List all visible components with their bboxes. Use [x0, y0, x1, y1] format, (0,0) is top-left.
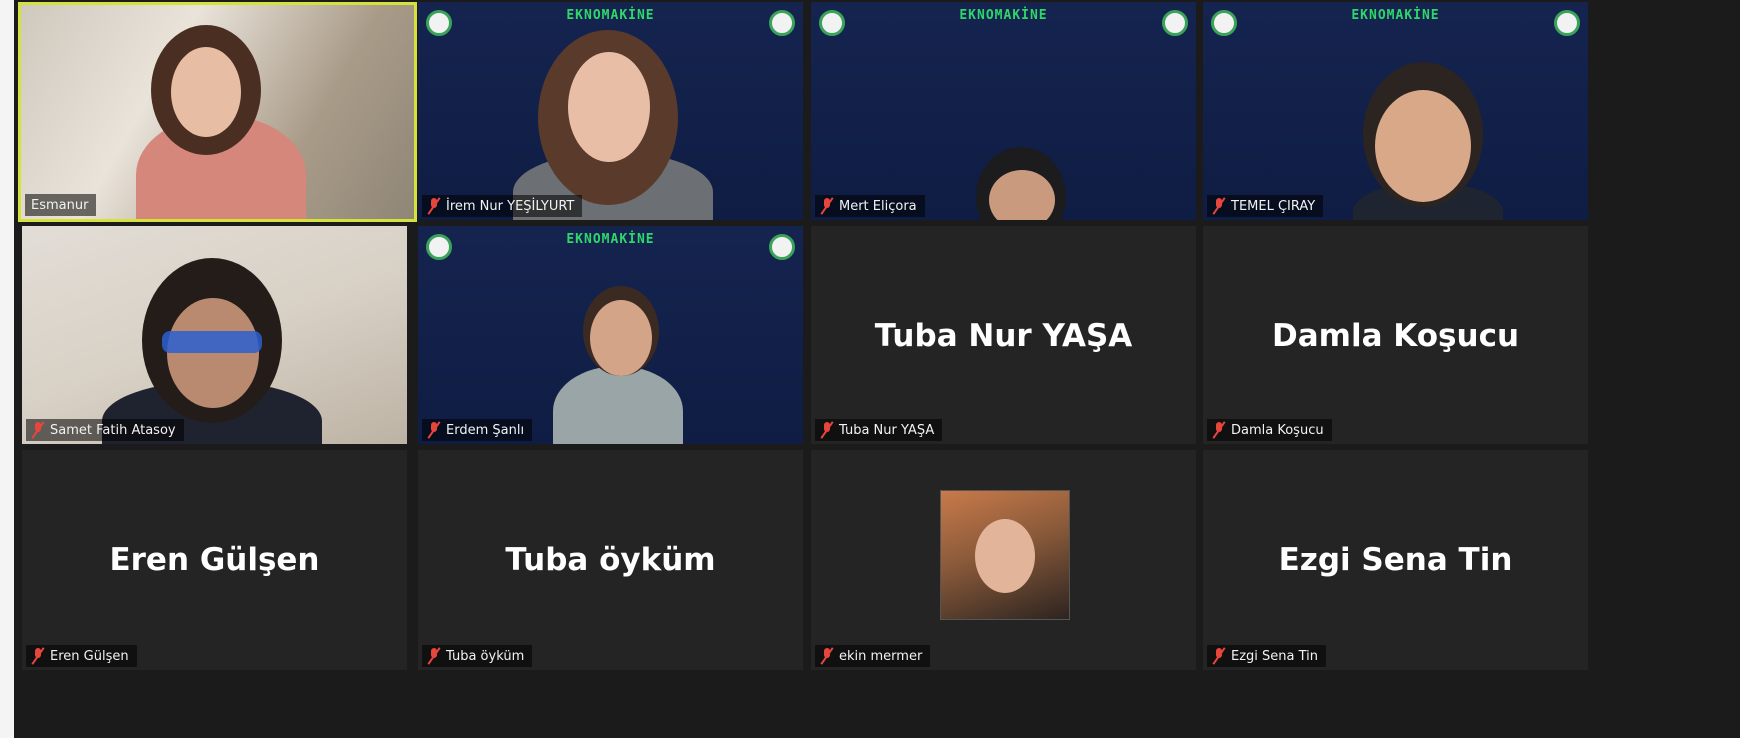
brand-text: EKNOMAKİNE — [1351, 8, 1440, 23]
participant-name: Damla Koşucu — [1231, 422, 1324, 438]
participant-name: Tuba öyküm — [446, 648, 525, 664]
participant-name-label: Esmanur — [25, 194, 97, 216]
participant-name: Samet Fatih Atasoy — [50, 422, 176, 438]
participant-name: Mert Eliçora — [839, 198, 917, 214]
participant-name: Ezgi Sena Tin — [1231, 648, 1319, 664]
participant-tile-temel[interactable]: EKNOMAKİNE TEMEL ÇIRAY — [1203, 2, 1588, 220]
participant-name: Eren Gülşen — [50, 648, 129, 664]
participant-tile-ezgi[interactable]: Ezgi Sena Tin Ezgi Sena Tin — [1203, 450, 1588, 670]
participant-name-label: Eren Gülşen — [26, 645, 137, 667]
brand-text: EKNOMAKİNE — [566, 8, 655, 23]
participant-name-label: Damla Koşucu — [1207, 419, 1332, 441]
mic-muted-icon — [31, 421, 45, 439]
participant-tile-eren[interactable]: Eren Gülşen Eren Gülşen — [22, 450, 407, 670]
participant-name: İrem Nur YEŞİLYURT — [446, 198, 575, 214]
emblem-logo-icon — [1554, 10, 1580, 36]
mic-muted-icon — [427, 647, 441, 665]
mic-muted-icon — [1212, 197, 1226, 215]
participant-tile-ekin[interactable]: ekin mermer — [811, 450, 1196, 670]
participant-name-label: Tuba öyküm — [422, 645, 533, 667]
participant-name-label: TEMEL ÇIRAY — [1207, 195, 1324, 217]
participant-name: Erdem Şanlı — [446, 422, 525, 438]
participant-tile-erdem[interactable]: EKNOMAKİNE Erdem Şanlı — [418, 226, 803, 444]
participant-display-name: Tuba Nur YAŞA — [874, 318, 1133, 354]
mic-muted-icon — [820, 647, 834, 665]
emblem-logo-icon — [769, 10, 795, 36]
participant-name-label: İrem Nur YEŞİLYURT — [422, 195, 583, 217]
participant-tile-samet[interactable]: Samet Fatih Atasoy — [22, 226, 407, 444]
participant-display-name: Tuba öyküm — [505, 542, 716, 578]
participant-name-label: Mert Eliçora — [815, 195, 925, 217]
participant-tile-irem[interactable]: EKNOMAKİNE İrem Nur YEŞİLYURT — [418, 2, 803, 220]
participant-tile-esmanur[interactable]: Esmanur — [18, 2, 417, 222]
participant-name-label: Erdem Şanlı — [422, 419, 533, 441]
participant-name: TEMEL ÇIRAY — [1231, 198, 1316, 214]
participant-name-label: Samet Fatih Atasoy — [26, 419, 184, 441]
profile-avatar — [940, 490, 1070, 620]
participant-name-label: Ezgi Sena Tin — [1207, 645, 1327, 667]
participant-name-label: ekin mermer — [815, 645, 931, 667]
mic-muted-icon — [31, 647, 45, 665]
participant-tile-tuba-oykum[interactable]: Tuba öyküm Tuba öyküm — [418, 450, 803, 670]
mic-muted-icon — [820, 421, 834, 439]
participant-tile-damla[interactable]: Damla Koşucu Damla Koşucu — [1203, 226, 1588, 444]
participant-display-name: Eren Gülşen — [109, 542, 320, 578]
mic-muted-icon — [427, 421, 441, 439]
mic-muted-icon — [820, 197, 834, 215]
mic-muted-icon — [1212, 647, 1226, 665]
mic-muted-icon — [427, 197, 441, 215]
participant-name: Tuba Nur YAŞA — [839, 422, 935, 438]
participant-tile-tuba-nur[interactable]: Tuba Nur YAŞA Tuba Nur YAŞA — [811, 226, 1196, 444]
emblem-logo-icon — [1162, 10, 1188, 36]
participant-name: ekin mermer — [839, 648, 923, 664]
brand-text: EKNOMAKİNE — [959, 8, 1048, 23]
participant-display-name: Ezgi Sena Tin — [1278, 542, 1513, 578]
participant-name-label: Tuba Nur YAŞA — [815, 419, 943, 441]
participant-display-name: Damla Koşucu — [1271, 318, 1520, 354]
participant-name: Esmanur — [31, 197, 89, 213]
participant-tile-mert[interactable]: EKNOMAKİNE Mert Eliçora — [811, 2, 1196, 220]
mic-muted-icon — [1212, 421, 1226, 439]
brand-text: EKNOMAKİNE — [566, 232, 655, 247]
video-gallery: Esmanur EKNOMAKİNE İrem Nur YEŞİLYURT EK… — [14, 0, 1740, 738]
emblem-logo-icon — [769, 234, 795, 260]
